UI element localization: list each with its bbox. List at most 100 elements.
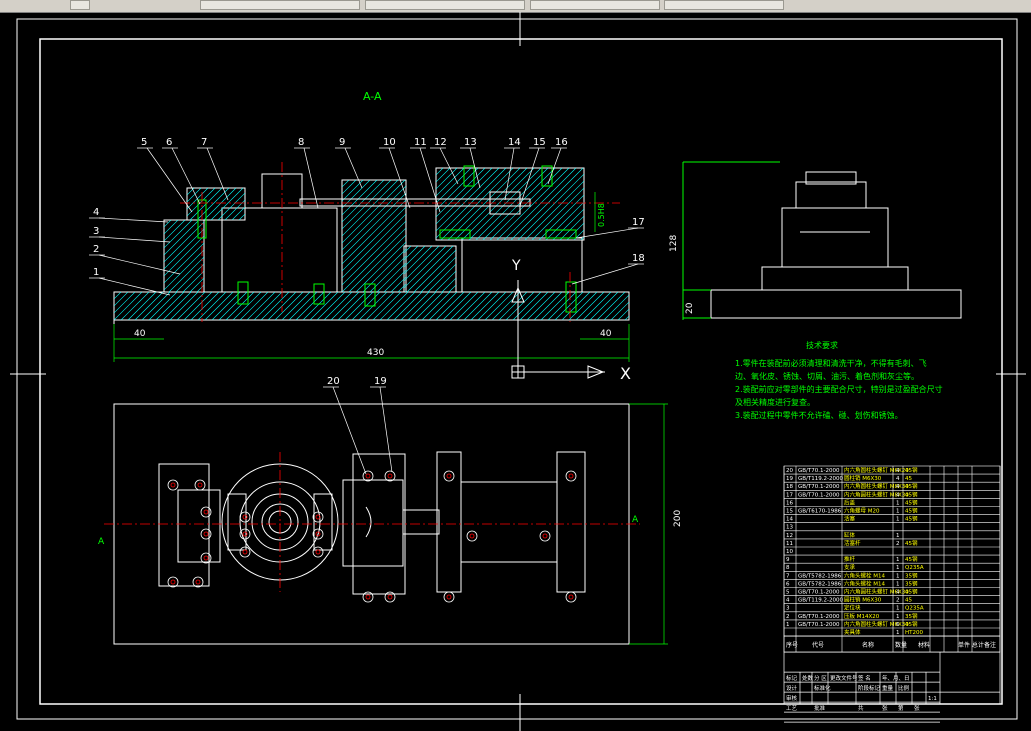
bom-cell: 45钢 (905, 515, 918, 523)
section-mark-right: A (632, 515, 639, 525)
part-number-label: 15 (533, 137, 546, 148)
bom-header-cell: 材料 (918, 641, 930, 649)
bom-cell: GB/T119.2-2000 (798, 476, 843, 482)
bom-cell: 4 (896, 484, 900, 490)
dim-left: 40 (134, 329, 146, 339)
title-block-cell: 更改文件号 (830, 674, 858, 682)
bom-cell: 6 (896, 622, 900, 628)
bom-cell: 1 (786, 622, 790, 628)
toolbar-combo[interactable] (200, 0, 360, 10)
bom-cell: GB/T6170-1986 (798, 509, 842, 515)
title-block-cell: 比例 (898, 684, 910, 692)
bom-cell: 45钢 (905, 507, 918, 515)
bom-cell: 2 (896, 541, 900, 547)
cylinder-body (435, 167, 585, 241)
bom-cell: 45钢 (905, 620, 918, 628)
bom-cell: 6 (786, 581, 790, 587)
bom-cell: 活塞杆 (844, 539, 861, 547)
part-number-label: 10 (383, 137, 396, 148)
toolbar-combo[interactable] (365, 0, 525, 10)
bom-cell: 4 (896, 468, 900, 474)
bom-cell: 45钢 (905, 482, 918, 490)
bom-cell: 后盖 (844, 498, 856, 506)
bom-cell: 1 (896, 614, 900, 620)
title-block-cell: 设计 (786, 684, 798, 692)
section-label: A-A (363, 90, 382, 103)
bom-cell: 4 (896, 590, 900, 596)
bom-cell: 1 (896, 573, 900, 579)
part-number-label: 18 (632, 253, 645, 264)
bom-cell: 7 (786, 573, 790, 579)
bom-cell: 20 (786, 468, 793, 474)
dim-side-base: 20 (685, 302, 695, 314)
bom-cell: 13 (786, 525, 793, 531)
part-number-label: 1 (93, 267, 99, 278)
bom-cell: 45钢 (905, 539, 918, 547)
bom-cell: 六角头螺栓 M14 (844, 571, 885, 579)
bom-cell: GB/T5782-1986 (798, 581, 842, 587)
title-block-cell: 重量 (882, 684, 894, 692)
bom-cell: 圆柱销 M6X30 (844, 596, 882, 604)
bom-cell: GB/T5782-1986 (798, 573, 842, 579)
part-number-label: 9 (339, 137, 345, 148)
section-view: A-A 12345 6 7 8 9 10 11 12 13 14 15 1617… (89, 90, 645, 475)
bom-cell: Q235A (905, 606, 924, 612)
bom-cell: GB/T70.1-2000 (798, 484, 840, 490)
toolbar-combo[interactable] (664, 0, 784, 10)
bom-cell: 2 (896, 598, 900, 604)
part-number-label: 2 (93, 244, 99, 255)
bom-cell: 45钢 (905, 555, 918, 563)
workpiece (221, 207, 338, 293)
cylinder-mount (461, 237, 583, 293)
bom-cell: 45钢 (905, 466, 918, 474)
bom-cell: 1 (896, 533, 900, 539)
title-block-cell: 第 (898, 704, 904, 712)
bom-cell: GB/T119.2-2000 (798, 598, 843, 604)
part-number-label: 11 (414, 137, 427, 148)
title-block-cell: 签 名 (858, 674, 871, 682)
bom-cell: GB/T70.1-2000 (798, 590, 840, 596)
title-block-cell: 标记 (786, 674, 798, 682)
ucs-icon (511, 280, 605, 379)
bom-cell: 11 (786, 541, 793, 547)
bom-cell: 45 (905, 476, 912, 482)
cad-drawing-canvas[interactable]: A-A 12345 6 7 8 9 10 11 12 13 14 15 1617… (0, 12, 1031, 731)
tech-line: 1.零件在装配前必须清理和清洗干净，不得有毛刺、飞 (735, 358, 927, 368)
bom-cell: 14 (786, 517, 793, 523)
tech-title: 技术要求 (806, 340, 838, 350)
bom-cell: 17 (786, 492, 793, 498)
bom-cell: 1 (896, 509, 900, 515)
bom-cell: 45 (905, 598, 912, 604)
ucs-y-label: Y (511, 258, 521, 274)
title-block-cell: 阶段标记 (858, 684, 881, 692)
bom-cell: 圆柱销 M6X30 (844, 474, 882, 482)
bom-cell: 9 (786, 557, 790, 563)
dim-right: 40 (600, 329, 612, 339)
title-block-cell: 年、月、日 (882, 674, 910, 682)
toolbar-button[interactable] (70, 0, 90, 10)
bom-cell: 35钢 (905, 579, 918, 587)
bom-header-cell: 数量 (895, 641, 907, 649)
dim-tolerance: 0.5H8 (597, 203, 606, 227)
bom-header-cell: 备注 (984, 641, 996, 649)
title-block-cell: 审核 (786, 694, 798, 702)
toolbar-combo[interactable] (530, 0, 660, 10)
bom-cell: 19 (786, 476, 793, 482)
title-block-cell: 分 区 (814, 674, 827, 682)
bom-cell: 1 (896, 581, 900, 587)
bom-cell: 1 (896, 500, 900, 506)
bom-cell: 45钢 (905, 498, 918, 506)
part-number-label: 7 (201, 137, 207, 148)
bom-cell: 45钢 (905, 490, 918, 498)
title-block-cell: 工艺 (786, 705, 798, 712)
ucs-x-label: X (620, 364, 631, 383)
bom-cell: 1 (896, 630, 900, 636)
bom-cell: 支承 (844, 563, 856, 571)
bom-cell: 推杆 (844, 555, 856, 563)
bom-cell: 1 (896, 606, 900, 612)
bom-cell: 4 (786, 598, 790, 604)
bom-cell: 六角螺母 M20 (844, 507, 880, 515)
dim-plan-width: 200 (673, 510, 683, 527)
tech-line: 及相关精度进行复查。 (735, 397, 815, 407)
bom-cell: 1 (896, 557, 900, 563)
